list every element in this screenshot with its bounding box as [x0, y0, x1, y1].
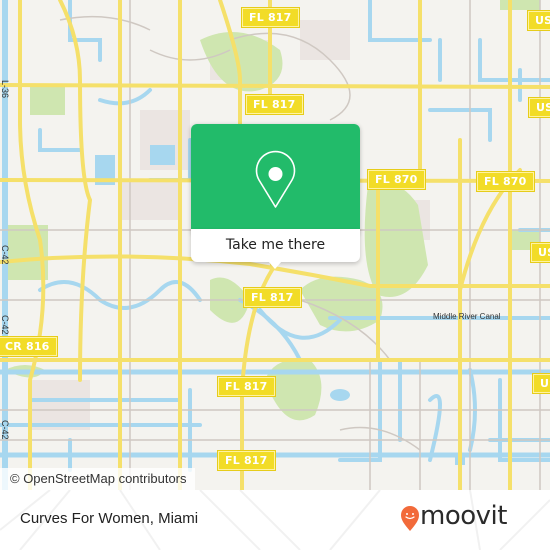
water-label-c42: C-42	[0, 420, 10, 440]
road-shield-cr-816: CR 816	[0, 337, 57, 356]
road-shield-us: US	[531, 243, 550, 262]
road-shield-fl-817: FL 817	[242, 8, 299, 27]
footer: Curves For Women, Miami moovit	[0, 490, 550, 550]
moovit-pin-icon	[401, 506, 419, 531]
water-label-l36: L-36	[0, 80, 10, 99]
popup-pointer	[268, 261, 282, 269]
moovit-wordmark: moovit	[420, 501, 507, 531]
water-label-c42: C-42	[0, 315, 10, 335]
popup-header	[191, 124, 360, 231]
place-name: Curves For Women, Miami	[20, 510, 199, 527]
moovit-logo[interactable]: moovit	[400, 501, 540, 538]
road-shield-fl-817: FL 817	[218, 451, 275, 470]
road-shield-fl-817: FL 817	[218, 377, 275, 396]
road-shield-us: US	[533, 374, 550, 393]
road-shield-fl-817: FL 817	[244, 288, 301, 307]
road-shield-fl-870: FL 870	[368, 170, 425, 189]
take-me-there-button[interactable]: Take me there	[191, 229, 360, 262]
road-shield-fl-817: FL 817	[246, 95, 303, 114]
road-shield-us: US	[528, 11, 550, 30]
water-label-middle-river-canal: Middle River Canal	[433, 312, 501, 321]
map-pin-icon	[255, 150, 296, 208]
location-popup	[191, 124, 360, 235]
map-attribution[interactable]: © OpenStreetMap contributors	[0, 468, 195, 490]
map[interactable]: FL 817 FL 817 FL 870 FL 870 FL 817 CR 81…	[0, 0, 550, 490]
road-shield-fl-870: FL 870	[477, 172, 534, 191]
water-label-c42: C-42	[0, 245, 10, 265]
road-shield-us: US	[529, 98, 550, 117]
